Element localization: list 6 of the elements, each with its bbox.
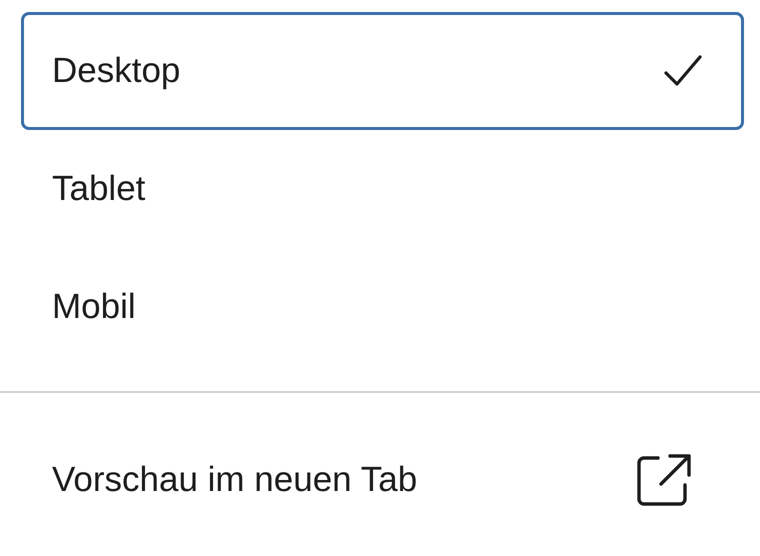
menu-item[interactable]: Tablet (21, 130, 744, 248)
menu-item[interactable]: Mobil (21, 248, 744, 366)
menu-item[interactable]: Desktop (21, 12, 744, 130)
external-link-icon (636, 453, 692, 507)
menu-item[interactable]: Vorschau im neuen Tab (0, 393, 760, 556)
checkmark-icon (663, 54, 703, 88)
